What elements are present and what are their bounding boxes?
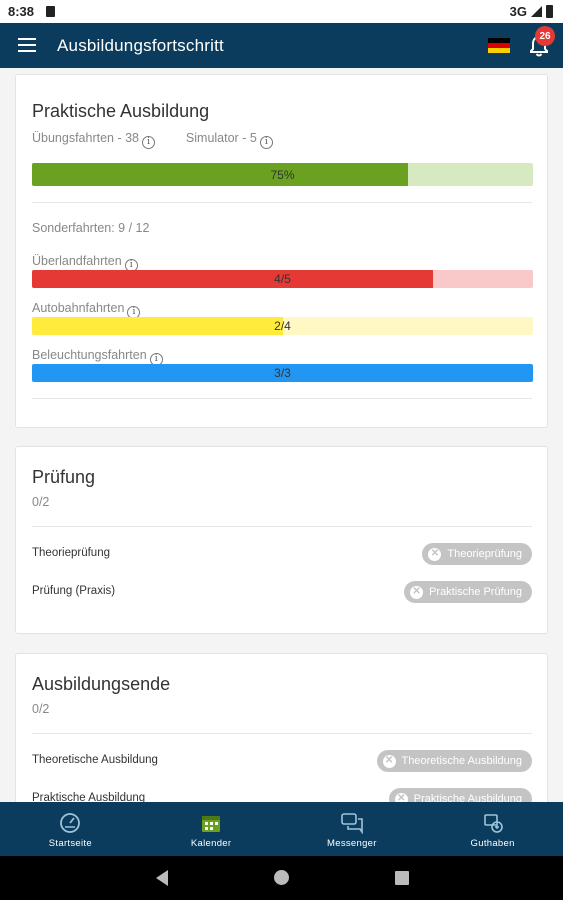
beleuchtung-progress-bar: 3/3 <box>32 364 533 382</box>
practical-exam-chip[interactable]: ✕ Praktische Prüfung <box>404 581 532 603</box>
app-bar: Ausbildungsfortschritt 26 <box>0 23 563 68</box>
divider <box>32 733 532 734</box>
close-circle-icon: ✕ <box>394 792 408 802</box>
theory-exam-chip[interactable]: ✕ Theorieprüfung <box>422 543 532 565</box>
practical-training-chip[interactable]: ✕ Praktische Ausbildung <box>388 788 532 802</box>
bottom-nav: Startseite Kalender Messenger Guthaben <box>0 802 563 856</box>
nav-label: Kalender <box>190 838 232 849</box>
chip-label: Theorieprüfung <box>447 548 522 560</box>
nav-guthaben[interactable]: Guthaben <box>422 802 563 856</box>
calendar-icon <box>202 816 221 832</box>
uebungsfahrten-count: Übungsfahrten - 38 <box>32 131 140 145</box>
ueberland-label: Überlandfahrten <box>32 254 122 268</box>
back-icon[interactable] <box>156 870 168 886</box>
practical-meta: Übungsfahrten - 38 i Simulator - 5i <box>32 129 273 149</box>
beleuchtung-heading: Beleuchtungsfahrten i <box>32 346 163 366</box>
info-icon[interactable]: i <box>259 136 273 149</box>
chip-label: Theoretische Ausbildung <box>401 755 522 767</box>
nav-label: Startseite <box>48 838 92 849</box>
status-right: 3G <box>510 4 553 19</box>
status-bar: 8:38 3G <box>0 0 563 23</box>
status-time: 8:38 <box>8 4 35 19</box>
home-icon[interactable] <box>274 870 289 885</box>
chip-label: Praktische Prüfung <box>429 586 522 598</box>
german-flag-icon[interactable] <box>488 38 510 53</box>
end-count: 0/2 <box>32 702 50 716</box>
exam-row-practical-label: Prüfung (Praxis) <box>32 585 116 597</box>
practical-card: Praktische Ausbildung Übungsfahrten - 38… <box>15 74 548 428</box>
simulator-count: Simulator - 5 <box>185 131 257 145</box>
info-icon[interactable]: i <box>142 136 156 149</box>
beleuchtung-label: Beleuchtungsfahrten <box>32 348 147 362</box>
overall-progress-bar: 75% <box>32 163 533 186</box>
ueberland-progress-bar: 4/5 <box>32 270 533 288</box>
content: Praktische Ausbildung Übungsfahrten - 38… <box>0 68 563 802</box>
speedometer-icon <box>60 813 81 833</box>
exam-count: 0/2 <box>32 495 50 509</box>
exam-title: Prüfung <box>32 467 96 487</box>
exam-card: Prüfung 0/2 Theorieprüfung ✕ Theorieprüf… <box>15 446 548 634</box>
chat-icon <box>341 813 363 834</box>
ueberland-heading: Überlandfahrten i <box>32 252 138 272</box>
practical-title: Praktische Ausbildung <box>32 101 210 121</box>
nav-label: Messenger <box>327 838 377 849</box>
nav-startseite[interactable]: Startseite <box>0 802 141 856</box>
nav-kalender[interactable]: Kalender <box>141 802 282 856</box>
network-type: 3G <box>509 4 527 19</box>
end-row-practical-label: Praktische Ausbildung <box>32 792 146 802</box>
system-nav-bar <box>0 856 563 900</box>
end-row-theory-label: Theoretische Ausbildung <box>32 754 158 766</box>
autobahn-progress-label: 2/4 <box>274 319 291 333</box>
divider <box>32 526 532 527</box>
exam-row-theory-label: Theorieprüfung <box>32 547 110 559</box>
wallet-icon <box>483 814 503 833</box>
nav-label: Guthaben <box>470 838 515 849</box>
sd-card-icon <box>46 6 55 17</box>
divider <box>32 398 532 399</box>
notification-badge: 26 <box>535 26 555 46</box>
close-circle-icon: ✕ <box>428 547 442 561</box>
close-circle-icon: ✕ <box>410 585 424 599</box>
signal-icon <box>531 6 542 17</box>
end-card: Ausbildungsende 0/2 Theoretische Ausbild… <box>15 653 548 802</box>
theory-training-chip[interactable]: ✕ Theoretische Ausbildung <box>376 750 532 772</box>
ueberland-progress-label: 4/5 <box>274 272 291 286</box>
nav-messenger[interactable]: Messenger <box>282 802 423 856</box>
menu-icon[interactable] <box>18 38 36 52</box>
autobahn-label: Autobahnfahrten <box>32 301 125 315</box>
divider <box>32 202 532 203</box>
beleuchtung-progress-label: 3/3 <box>274 366 291 380</box>
battery-icon <box>546 5 553 18</box>
autobahn-heading: Autobahnfahrten i <box>32 299 141 319</box>
recent-apps-icon[interactable] <box>395 871 409 885</box>
end-title: Ausbildungsende <box>32 674 171 694</box>
autobahn-progress-bar: 2/4 <box>32 317 533 335</box>
chip-label: Praktische Ausbildung <box>413 793 522 802</box>
sonderfahrten-count: Sonderfahrten: 9 / 12 <box>32 221 150 235</box>
overall-progress-label: 75% <box>270 167 295 182</box>
page-title: Ausbildungsfortschritt <box>57 36 224 55</box>
close-circle-icon: ✕ <box>382 754 396 768</box>
